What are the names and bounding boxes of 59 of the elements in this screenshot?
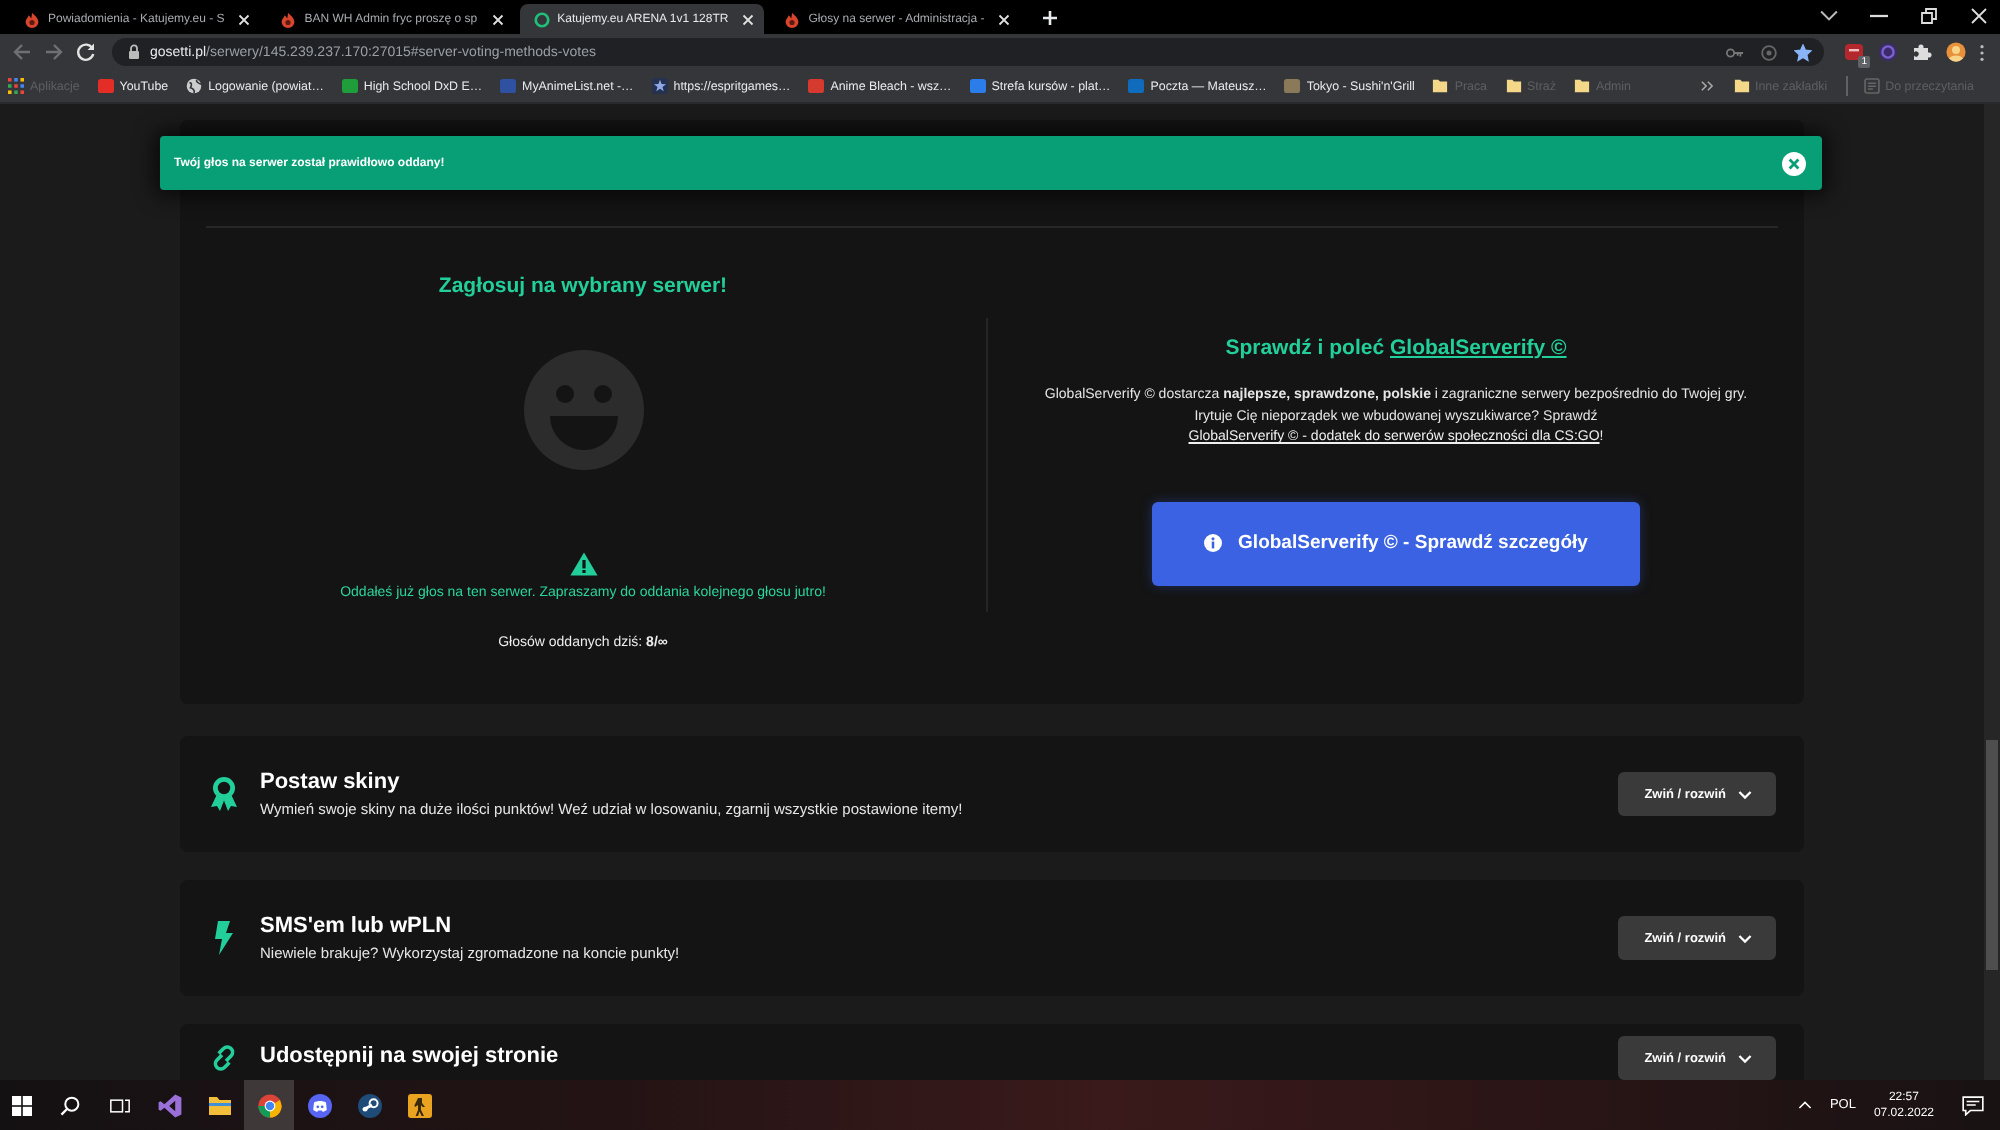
close-icon[interactable]	[491, 13, 504, 25]
section-title: Postaw skiny	[260, 769, 400, 795]
key-icon[interactable]	[1726, 43, 1744, 61]
plus-icon[interactable]	[1042, 10, 1059, 26]
chat-logo-icon	[307, 1093, 331, 1117]
flame-favicon-icon	[784, 11, 801, 27]
apps-grid-icon	[8, 78, 24, 94]
info-icon	[1204, 534, 1223, 552]
ring-favicon-icon	[533, 11, 550, 27]
close-icon[interactable]	[238, 13, 251, 25]
vote-heading: Zagłosuj na wybrany serwer!	[438, 272, 728, 300]
ribbon-logo-icon	[157, 1093, 181, 1117]
flame-favicon-icon	[280, 11, 297, 27]
browser-icon	[257, 1093, 281, 1117]
game-logo-icon	[407, 1093, 431, 1117]
restore-icon[interactable]	[1920, 8, 1938, 24]
ring-icon[interactable]	[1878, 42, 1898, 62]
star-icon[interactable]	[1794, 43, 1812, 61]
extension-icon[interactable]	[1844, 42, 1864, 62]
award-ribbon-icon	[208, 776, 240, 812]
puzzle-icon[interactable]	[1912, 42, 1932, 62]
close-icon[interactable]	[998, 13, 1011, 25]
section-title: Udostępnij na swojej stronie	[260, 1044, 559, 1070]
notification-icon[interactable]	[1962, 1095, 1984, 1115]
folder-icon	[1505, 78, 1521, 94]
chain-link-icon	[208, 1040, 240, 1076]
search-icon[interactable]	[59, 1095, 79, 1115]
promo-heading: Sprawdź i poleć GlobalServerify ©	[1225, 334, 1567, 362]
chevron-down-icon	[1738, 789, 1752, 799]
chevron-down-icon	[1738, 933, 1752, 943]
double-chevron-icon[interactable]	[1699, 80, 1713, 92]
taskbar-app-button[interactable]	[244, 1080, 294, 1130]
piston-logo-icon	[357, 1093, 381, 1117]
task-view-icon[interactable]	[109, 1095, 129, 1115]
folder-icon	[207, 1093, 231, 1117]
flame-favicon-icon	[24, 11, 40, 27]
reload-icon[interactable]	[76, 42, 96, 62]
avatar-icon[interactable]	[1946, 42, 1966, 62]
lock-icon	[128, 44, 140, 60]
warning-icon	[569, 552, 597, 576]
folder-icon	[1432, 78, 1449, 94]
scrollbar-thumb[interactable]	[1986, 740, 1998, 970]
chevron-down-icon[interactable]	[1820, 8, 1838, 24]
chevron-down-icon	[1738, 1053, 1752, 1063]
details-button[interactable]: GlobalServerify © - Sprawdź szczegóły	[1152, 501, 1640, 585]
reading-list-icon	[1863, 78, 1880, 94]
close-icon[interactable]	[742, 13, 755, 25]
smiley-face-icon	[523, 350, 643, 470]
star-favicon-icon	[651, 78, 668, 94]
scrollbar[interactable]	[1984, 104, 2000, 1080]
chevron-up-icon[interactable]	[1797, 1100, 1812, 1110]
section-title: SMS'em lub wPLN	[260, 913, 452, 939]
globe-icon	[186, 78, 203, 94]
close-icon[interactable]	[1970, 8, 1988, 24]
heading-link[interactable]: GlobalServerify ©	[1390, 336, 1567, 360]
windows-logo-icon[interactable]	[12, 1095, 32, 1115]
lens-icon[interactable]	[1760, 43, 1778, 61]
folder-icon	[1573, 78, 1590, 94]
folder-icon	[1733, 78, 1749, 94]
